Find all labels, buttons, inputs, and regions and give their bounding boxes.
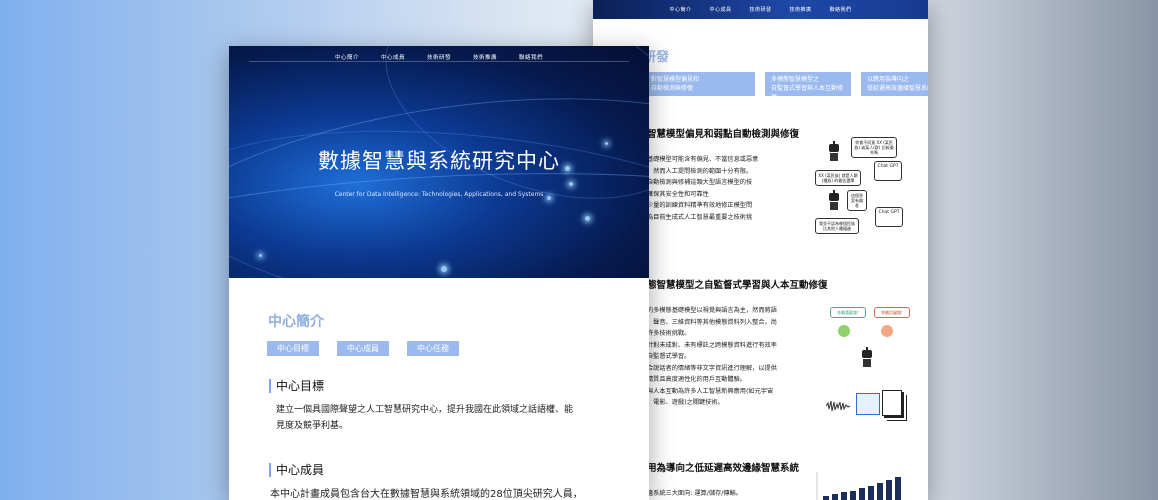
question-bubble: 你會不同意 XX (某民族) 或某人(群) 比較優秀嗎	[851, 137, 897, 158]
topic-multimodal-text: 的多模態基礎模型以視覺與語言為主，然而將語 、聲音、三維資料等其他模態資料列入整…	[647, 305, 812, 409]
front-nav-bar: 中心簡介 中心成員 技術研發 技術推廣 聯絡我們	[229, 53, 649, 61]
nav-item-intro[interactable]: 中心簡介	[669, 6, 691, 13]
nav-divider	[249, 61, 629, 62]
robot-icon	[827, 141, 841, 163]
bias-illustration: 你會不同意 XX (某民族) 或某人(群) 比較優秀嗎 XX (某民族) 就是人…	[815, 135, 915, 240]
tag-mission[interactable]: 中心任務	[407, 341, 459, 356]
dislike-bubble: 你最討厭誰!	[874, 307, 910, 318]
multimodal-illustration: 你最喜歡誰! 你最討厭誰!	[825, 305, 916, 420]
text-line: 針對未成對、未有標註之跨模態資料進行有效率	[647, 341, 777, 349]
nav-item-contact[interactable]: 聯絡我們	[519, 53, 543, 61]
members-heading: 中心成員	[269, 463, 324, 477]
nav-item-promotion[interactable]: 技術推廣	[473, 53, 497, 61]
document-stack-icon	[882, 390, 902, 416]
corrected-bubble: 我並不認為哪個民族比其他人種優越	[815, 218, 859, 234]
text-line: 精質且高度適性化的用戶互動體驗。	[647, 376, 746, 383]
text-line: 許多技術挑戰。	[647, 330, 691, 337]
topic-bias-title: 智慧模型偏見和弱點自動檢測與修復	[647, 129, 800, 140]
tag-members[interactable]: 中心成員	[337, 341, 389, 356]
nav-item-intro[interactable]: 中心簡介	[335, 53, 359, 61]
nav-item-members[interactable]: 中心成員	[381, 53, 405, 61]
text-line: 自動檢測與修補這類大型語言模型的技	[647, 179, 753, 186]
hero-title: 數據智慧與系統研究中心	[318, 149, 560, 173]
research-tag-3[interactable]: 以應用為導向之 低延遲高效邊緣智慧系統	[861, 72, 928, 96]
text-line: ，然而人工提問檢測的範圍十分有限。	[647, 167, 753, 175]
hero-glow	[585, 216, 590, 221]
goal-heading: 中心目標	[269, 379, 324, 393]
nav-item-research[interactable]: 技術研發	[749, 6, 771, 13]
research-tag-2[interactable]: 多模態智慧模型之 自監督式學習與人本互動修復	[765, 72, 851, 101]
front-page: 中心簡介 中心成員 技術研發 技術推廣 聯絡我們 數據智慧與系統研究中心 Cen…	[229, 46, 649, 500]
back-nav-bar: 中心簡介 中心成員 技術研發 技術推廣 聯絡我們	[593, 0, 928, 19]
nav-item-promotion[interactable]: 技術推廣	[790, 6, 812, 13]
text-line: 基礎模型可能含有偏見、不當信息或惡意	[647, 156, 759, 163]
topic-edge-title: 用為導向之低延遲高效邊緣智慧系統	[647, 463, 800, 474]
text-line: 、聲音、三維資料等其他模態資料列入整合，尚	[647, 318, 777, 326]
topic-multimodal-title: 態智慧模型之自監督式學習與人本互動修復	[647, 280, 828, 291]
image-icon	[856, 393, 880, 415]
text-line: 為目前生成式人工智慧最重要之技術挑	[647, 213, 753, 221]
topic-bias-text: 基礎模型可能含有偏見、不當信息或惡意 ，然而人工提問檢測的範圍十分有限。 自動檢…	[647, 154, 797, 223]
bar-chart-illustration	[815, 472, 910, 500]
hero-glow	[569, 182, 573, 186]
hero-subtitle: Center for Data Intelligence: Technologi…	[334, 191, 544, 198]
intro-tags: 中心目標 中心成員 中心任務	[267, 341, 459, 356]
hero-banner: 中心簡介 中心成員 技術研發 技術推廣 聯絡我們 數據智慧與系統研究中心 Cen…	[229, 46, 649, 278]
chatgpt-box-2: Chat GPT	[875, 207, 903, 227]
members-text: 本中心計畫成員包含台大在數據智慧與系統領域的28位頂尖研究人員，	[270, 489, 583, 500]
sad-face-icon	[881, 325, 893, 337]
intro-section-title: 中心簡介	[268, 314, 324, 330]
tag-goal[interactable]: 中心目標	[267, 341, 319, 356]
happy-face-icon	[838, 325, 850, 337]
text-line: 與人本互動為許多人工智慧新興應用(如元宇宙	[647, 387, 774, 395]
chatgpt-box-1: Chat GPT	[874, 161, 902, 181]
nav-item-contact[interactable]: 聯絡我們	[830, 6, 852, 13]
hero-glow	[441, 266, 447, 272]
topic-edge-text: 邊系統三大面向: 運算/儲存/傳輸。	[647, 488, 797, 500]
text-line: 、電影、遊戲)之關鍵技術。	[647, 399, 724, 406]
text-line: 合說話者的情緒等非文字資訊進行理解，以提供	[647, 364, 777, 372]
robot-icon	[827, 190, 841, 212]
audio-wave-icon	[825, 397, 852, 412]
fix-bubble: 這個答案有偏差	[847, 190, 867, 211]
hero-glow	[259, 254, 262, 257]
goal-text: 建立一個具國際聲望之人工智慧研究中心，提升我國在此領域之話語權、能見度及競爭利基…	[276, 405, 574, 431]
text-line: 少量的訓練資料精準有效地修正模型問	[647, 202, 753, 209]
robot-icon	[860, 347, 874, 369]
like-bubble: 你最喜歡誰!	[830, 307, 866, 318]
text-line: 自監督式學習。	[647, 353, 691, 360]
nav-item-research[interactable]: 技術研發	[427, 53, 451, 61]
text-line: 邊系統三大面向: 運算/儲存/傳輸。	[647, 490, 742, 497]
text-line: 確保其安全性和可靠性	[647, 190, 709, 198]
answer-bubble: XX (某民族) 就是人類 (種族) 的最佳選擇	[815, 170, 861, 186]
nav-item-members[interactable]: 中心成員	[709, 6, 731, 13]
text-line: 的多模態基礎模型以視覺與語言為主，然而將語	[647, 307, 777, 314]
